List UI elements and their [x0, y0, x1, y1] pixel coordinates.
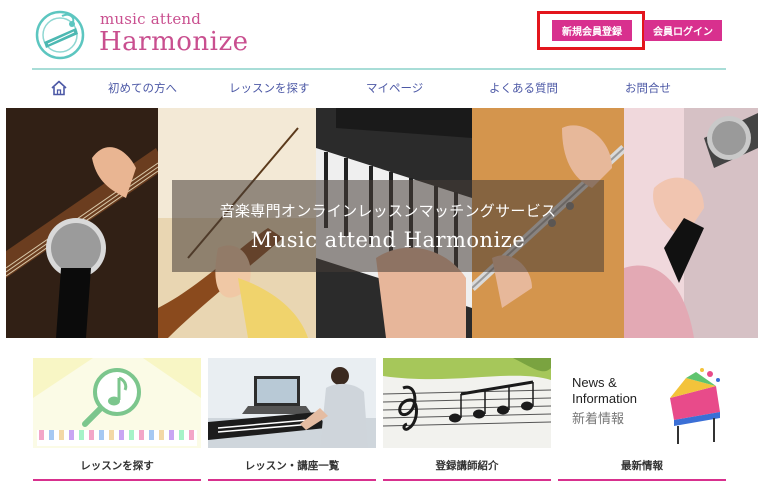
nav-item-find-lesson[interactable]: レッスンを探す	[229, 80, 310, 96]
logo-tagline: music attend	[100, 10, 202, 28]
site-header: music attend Harmonize 新規会員登録 会員ログイン	[0, 0, 758, 68]
card-news[interactable]: News & Information 新着情報 最新情報	[558, 358, 726, 482]
logo-name[interactable]: Harmonize	[99, 27, 249, 57]
news-title-jp: 新着情報	[572, 412, 625, 427]
nav-item-first-time[interactable]: 初めての方へ	[108, 80, 177, 96]
news-title-en: News & Information	[572, 375, 637, 407]
home-icon[interactable]	[50, 79, 68, 97]
card-underline	[383, 479, 551, 481]
card-label: 登録講師紹介	[435, 460, 499, 472]
hero-microphone-image	[624, 108, 758, 338]
card-underline	[33, 479, 201, 481]
nav-item-faq[interactable]: よくある質問	[489, 80, 558, 96]
card-find-lesson[interactable]: レッスンを探す	[33, 358, 201, 482]
note-search-icon	[33, 358, 201, 448]
login-button[interactable]: 会員ログイン	[644, 20, 722, 41]
card-label: レッスンを探す	[80, 460, 154, 472]
hero-banner: 音楽専門オンラインレッスンマッチングサービス Music attend Harm…	[6, 108, 758, 338]
card-underline	[558, 479, 726, 481]
colorful-piano-icon	[670, 368, 720, 444]
nav-item-mypage[interactable]: マイページ	[366, 80, 423, 96]
nav-item-contact[interactable]: お問合せ	[625, 80, 671, 96]
hero-title: Music attend Harmonize	[250, 228, 526, 252]
sheet-music-image	[383, 358, 551, 448]
logo-icon[interactable]	[32, 8, 90, 60]
card-instructors[interactable]: 登録講師紹介	[383, 358, 551, 482]
hero-guitar-image	[6, 108, 158, 338]
register-button[interactable]: 新規会員登録	[552, 20, 632, 41]
card-underline	[208, 479, 376, 481]
card-lesson-list[interactable]: レッスン・講座一覧	[208, 358, 376, 482]
card-label: 最新情報	[621, 460, 663, 472]
main-nav: 初めての方へ レッスンを探す マイページ よくある質問 お問合せ	[32, 70, 726, 108]
card-label: レッスン・講座一覧	[244, 460, 340, 472]
news-title-line2: Information	[572, 391, 638, 406]
news-banner: News & Information 新着情報	[558, 358, 726, 448]
hero-text-overlay	[172, 180, 604, 272]
online-lesson-image	[208, 358, 376, 448]
news-title-line1: News &	[572, 375, 617, 390]
hero-subtitle: 音楽専門オンラインレッスンマッチングサービス	[219, 202, 557, 220]
